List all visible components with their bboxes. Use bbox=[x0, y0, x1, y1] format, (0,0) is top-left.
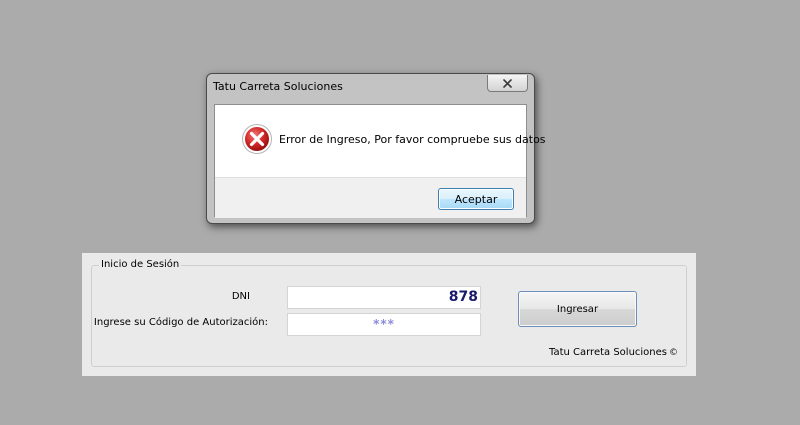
brand-footer: Tatu Carreta Soluciones © bbox=[549, 347, 678, 358]
close-icon bbox=[503, 78, 512, 88]
dni-field[interactable]: 878 bbox=[287, 286, 481, 309]
dialog-message: Error de Ingreso, Por favor compruebe su… bbox=[279, 133, 546, 146]
dialog-footer: Aceptar bbox=[215, 177, 526, 218]
copyright-icon: © bbox=[669, 347, 678, 358]
dialog-close-button[interactable] bbox=[487, 75, 528, 92]
groupbox-title: Inicio de Sesión bbox=[99, 259, 182, 270]
dni-value: 878 bbox=[448, 289, 478, 305]
ok-button[interactable]: Aceptar bbox=[438, 188, 514, 210]
dialog-client-area: Error de Ingreso, Por favor compruebe su… bbox=[214, 104, 546, 218]
auth-code-value: *** bbox=[373, 317, 395, 331]
auth-code-field[interactable]: *** bbox=[287, 313, 481, 336]
login-button[interactable]: Ingresar bbox=[518, 291, 637, 327]
error-icon bbox=[242, 124, 272, 154]
login-groupbox: Inicio de Sesión DNI 878 Ingrese su Códi… bbox=[91, 259, 687, 367]
error-dialog: Tatu Carreta Soluciones Error de Ingreso… bbox=[206, 73, 546, 224]
dni-label: DNI bbox=[231, 291, 250, 302]
login-panel: Inicio de Sesión DNI 878 Ingrese su Códi… bbox=[82, 253, 696, 376]
brand-name: Tatu Carreta Soluciones bbox=[548, 347, 667, 358]
dialog-body: Error de Ingreso, Por favor compruebe su… bbox=[215, 105, 546, 177]
auth-code-label: Ingrese su Código de Autorización: bbox=[93, 317, 268, 328]
dialog-title: Tatu Carreta Soluciones bbox=[213, 80, 343, 93]
